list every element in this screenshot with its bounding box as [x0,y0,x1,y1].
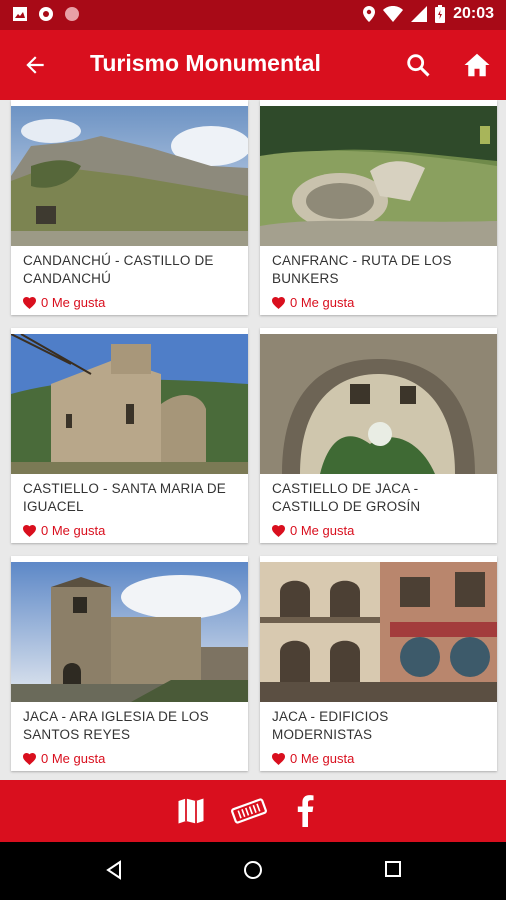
page-title: Turismo Monumental [90,50,321,76]
monument-name: CASTIELLO - SANTA MARIA DE IGUACEL [23,481,226,514]
nav-home-icon[interactable] [243,860,263,880]
monument-card[interactable]: CANDANCHÚ - CASTILLO DE CANDANCHÚ 0 Me g… [11,100,248,315]
likes-row[interactable]: 0 Me gusta [272,295,354,310]
clock: 20:03 [453,5,494,22]
likes-row[interactable]: 0 Me gusta [272,751,354,766]
nav-back-icon[interactable] [104,860,124,880]
back-arrow-icon[interactable] [22,52,48,78]
nav-recents-icon[interactable] [384,860,402,878]
home-icon[interactable] [462,50,492,80]
facebook-icon[interactable] [296,793,314,827]
heart-icon[interactable] [272,296,285,309]
battery-icon [435,5,446,23]
circle-notification-icon [65,7,79,21]
monument-card[interactable]: CASTIELLO DE JACA - CASTILLO DE GROSÍN 0… [260,328,497,543]
cell-signal-icon [411,6,428,22]
shield-notification-icon [39,7,53,21]
monument-name: JACA - EDIFICIOS MODERNISTAS [272,709,389,742]
heart-icon[interactable] [272,752,285,765]
monument-card[interactable]: CANFRANC - RUTA DE LOS BUNKERS 0 Me gust… [260,100,497,315]
monument-name: JACA - ARA IGLESIA DE LOS SANTOS REYES [23,709,209,742]
monument-photo [11,562,248,702]
likes-count: 0 Me gusta [41,295,106,310]
location-icon [363,6,376,22]
system-navigation-bar [0,842,506,900]
search-icon[interactable] [404,51,432,79]
monument-card[interactable]: JACA - EDIFICIOS MODERNISTAS 0 Me gusta [260,556,497,771]
likes-count: 0 Me gusta [290,751,355,766]
monument-card[interactable]: CASTIELLO - SANTA MARIA DE IGUACEL 0 Me … [11,328,248,543]
ticket-icon[interactable] [230,794,268,828]
monument-photo [11,106,248,246]
bottom-bar [0,780,506,842]
app-bar: Turismo Monumental [0,30,506,100]
monument-card[interactable]: JACA - ARA IGLESIA DE LOS SANTOS REYES 0… [11,556,248,771]
monument-photo [11,334,248,474]
monument-photo [260,334,497,474]
status-bar: 20:03 [0,0,506,30]
likes-row[interactable]: 0 Me gusta [23,751,105,766]
monument-photo [260,562,497,702]
wifi-icon [383,6,404,22]
likes-count: 0 Me gusta [41,523,106,538]
monument-grid: CANDANCHÚ - CASTILLO DE CANDANCHÚ 0 Me g… [0,100,506,780]
heart-icon[interactable] [23,752,36,765]
heart-icon[interactable] [23,524,36,537]
image-notification-icon [13,7,27,21]
likes-row[interactable]: 0 Me gusta [23,295,105,310]
likes-row[interactable]: 0 Me gusta [272,523,354,538]
heart-icon[interactable] [23,296,36,309]
likes-count: 0 Me gusta [290,295,355,310]
heart-icon[interactable] [272,524,285,537]
monument-name: CANDANCHÚ - CASTILLO DE CANDANCHÚ [23,253,214,286]
monument-name: CANFRANC - RUTA DE LOS BUNKERS [272,253,452,286]
monument-name: CASTIELLO DE JACA - CASTILLO DE GROSÍN [272,481,421,514]
map-icon[interactable] [176,796,206,826]
likes-count: 0 Me gusta [290,523,355,538]
likes-count: 0 Me gusta [41,751,106,766]
monument-photo [260,106,497,246]
likes-row[interactable]: 0 Me gusta [23,523,105,538]
